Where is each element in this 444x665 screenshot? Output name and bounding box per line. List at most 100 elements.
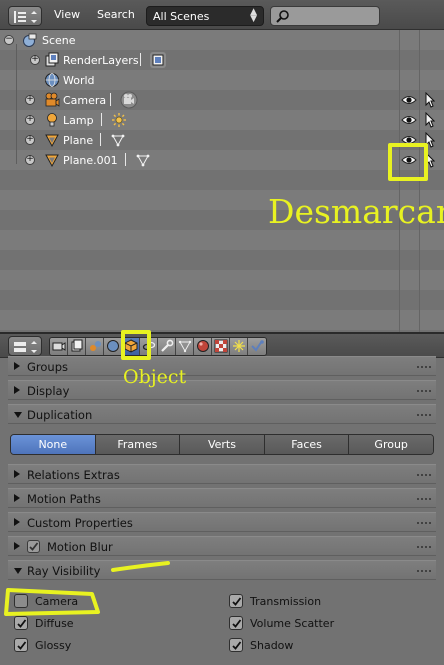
tree-label-camera: Camera — [63, 94, 107, 107]
panel-title-ray-visibility: Ray Visibility — [27, 564, 101, 578]
panel-relations-extras[interactable]: Relations Extras — [8, 464, 436, 484]
drag-grip-icon[interactable] — [416, 473, 432, 478]
mesh-data-icon[interactable] — [135, 152, 151, 168]
outliner-tree: − Scene + RenderLayers World + Camera + … — [0, 30, 444, 332]
render-camera-icon — [52, 342, 66, 351]
ray-shadow-label: Shadow — [250, 639, 294, 652]
drag-grip-icon[interactable] — [416, 413, 432, 418]
drag-grip-icon[interactable] — [416, 497, 432, 502]
tab-render-layers[interactable] — [68, 338, 86, 355]
dup-mode-faces[interactable]: Faces — [264, 435, 350, 454]
panel-ray-visibility[interactable]: Ray Visibility — [8, 560, 436, 580]
view-menu[interactable]: View — [54, 8, 80, 21]
ray-glossy-checkbox[interactable] — [14, 638, 28, 652]
render-layers-icon — [45, 52, 59, 67]
checkmark-icon — [232, 619, 242, 628]
tree-label-plane-001: Plane.001 — [63, 154, 118, 167]
camera-data-icon[interactable] — [120, 91, 138, 109]
tab-data[interactable] — [176, 338, 194, 355]
checkmark-icon — [17, 641, 27, 650]
panel-duplication[interactable]: Duplication — [8, 404, 436, 424]
outliner-header: View Search All Scenes ▲ ▼ — [0, 0, 444, 30]
tab-particles[interactable] — [230, 338, 248, 355]
tab-scene[interactable] — [86, 338, 104, 355]
dup-mode-verts[interactable]: Verts — [180, 435, 265, 454]
panel-custom-properties[interactable]: Custom Properties — [8, 512, 436, 532]
drag-grip-icon[interactable] — [416, 389, 432, 394]
collapsed-triangle-icon — [14, 542, 20, 550]
tab-world[interactable] — [104, 338, 122, 355]
dup-mode-frames[interactable]: Frames — [95, 435, 181, 454]
particles-icon — [233, 340, 245, 352]
outliner-editor: View Search All Scenes ▲ ▼ − Scene + Ren… — [0, 0, 444, 332]
mesh-object-icon — [45, 154, 59, 168]
tree-label-plane: Plane — [63, 134, 94, 147]
collapsed-triangle-icon — [14, 518, 20, 526]
ray-glossy-label: Glossy — [35, 639, 72, 652]
dup-mode-none[interactable]: None — [11, 435, 96, 454]
tree-row-plane[interactable]: + Plane — [0, 130, 444, 150]
ray-transmission-label: Transmission — [250, 595, 322, 608]
duplication-mode-selector: None Frames Verts Faces Group — [10, 434, 434, 455]
render-layers-icon — [71, 339, 83, 352]
visibility-eye-icon[interactable] — [401, 113, 417, 127]
selectable-cursor-icon[interactable] — [425, 92, 435, 108]
checkmark-icon — [29, 542, 39, 551]
panel-motion-paths[interactable]: Motion Paths — [8, 488, 436, 508]
search-menu[interactable]: Search — [97, 8, 135, 21]
panel-display[interactable]: Display — [8, 380, 436, 400]
chevron-updown-icon: ▲ ▼ — [250, 7, 257, 24]
camera-object-icon — [45, 92, 60, 107]
ray-volume-scatter-checkbox[interactable] — [229, 616, 243, 630]
panel-motion-blur[interactable]: Motion Blur — [8, 536, 436, 556]
expand-icon[interactable]: + — [25, 95, 35, 105]
tree-row-camera[interactable]: + Camera — [0, 90, 444, 110]
drag-grip-icon[interactable] — [416, 545, 432, 550]
tree-row-world[interactable]: World — [0, 70, 444, 90]
tab-texture[interactable] — [212, 338, 230, 355]
checkmark-icon — [232, 597, 242, 606]
expand-icon[interactable]: + — [30, 55, 40, 65]
expand-icon[interactable]: + — [25, 135, 35, 145]
drag-grip-icon[interactable] — [416, 521, 432, 526]
collapsed-triangle-icon — [14, 362, 20, 370]
tree-label-renderlayers: RenderLayers — [63, 54, 139, 67]
panel-groups[interactable]: Groups — [8, 356, 436, 376]
editor-type-button[interactable] — [8, 336, 42, 356]
tree-row-renderlayers[interactable]: + RenderLayers — [0, 50, 444, 70]
world-icon — [107, 340, 119, 352]
render-layer-data-icon[interactable] — [150, 52, 166, 68]
tab-material[interactable] — [194, 338, 212, 355]
outliner-search-input[interactable] — [270, 6, 380, 26]
tab-physics[interactable] — [248, 338, 266, 355]
annotation-highlight-camera-checkbox — [4, 588, 100, 616]
visibility-eye-icon[interactable] — [401, 93, 417, 107]
expand-icon[interactable]: + — [25, 155, 35, 165]
annotation-underline-stroke — [111, 561, 170, 572]
tab-modifiers[interactable] — [158, 338, 176, 355]
expanded-triangle-icon — [14, 568, 22, 574]
display-mode-select[interactable]: All Scenes ▲ ▼ — [146, 6, 264, 26]
checkmark-icon — [232, 641, 242, 650]
editor-type-button[interactable] — [8, 6, 42, 26]
drag-grip-icon[interactable] — [416, 569, 432, 574]
tree-row-plane-001[interactable]: + Plane.001 — [0, 150, 444, 170]
panel-title-motion-paths: Motion Paths — [27, 492, 101, 506]
dup-mode-group[interactable]: Group — [349, 435, 433, 454]
collapse-icon[interactable]: − — [4, 35, 14, 45]
collapsed-triangle-icon — [14, 494, 20, 502]
expand-icon[interactable]: + — [25, 115, 35, 125]
lamp-data-icon[interactable] — [111, 112, 127, 128]
tree-row-lamp[interactable]: + Lamp — [0, 110, 444, 130]
selectable-cursor-icon[interactable] — [425, 112, 435, 128]
scene-icon — [90, 341, 101, 351]
motion-blur-checkbox[interactable] — [27, 540, 40, 553]
tree-row-scene[interactable]: − Scene — [0, 30, 444, 50]
mesh-data-icon[interactable] — [110, 132, 126, 148]
drag-grip-icon[interactable] — [416, 365, 432, 370]
ray-volume-scatter-label: Volume Scatter — [250, 617, 335, 630]
wrench-icon — [161, 339, 174, 352]
ray-transmission-checkbox[interactable] — [229, 594, 243, 608]
tab-render[interactable] — [50, 338, 68, 355]
ray-shadow-checkbox[interactable] — [229, 638, 243, 652]
